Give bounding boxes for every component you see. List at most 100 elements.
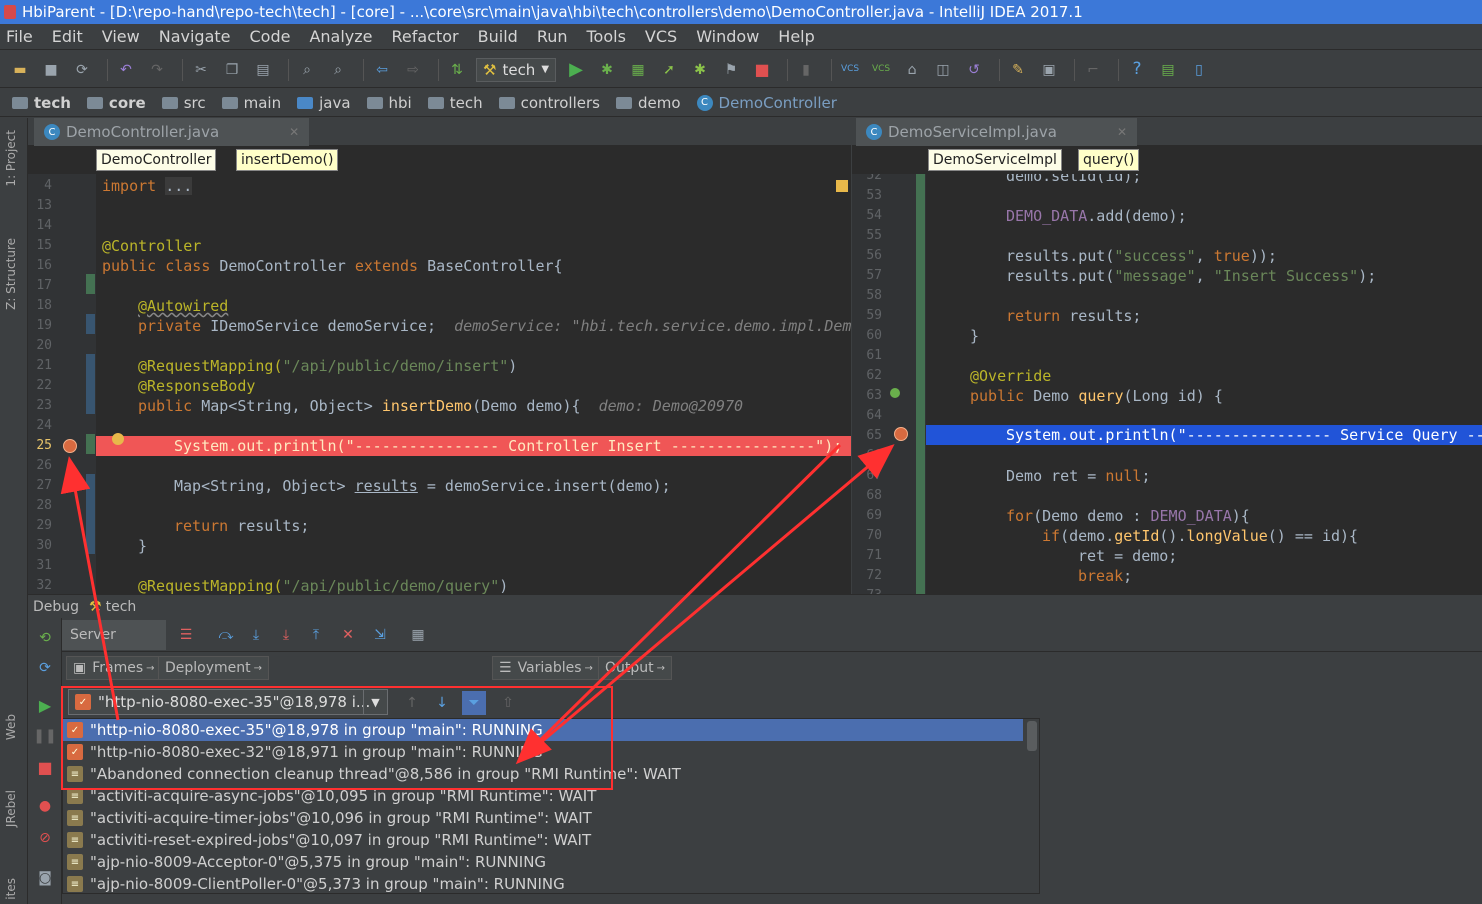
breadcrumb-tech[interactable]: tech	[12, 94, 71, 112]
tab-deployment[interactable]: Deployment →	[158, 656, 270, 680]
project-tool-tab[interactable]: 1: Project	[4, 130, 18, 187]
project-structure-icon[interactable]: ▮	[794, 58, 818, 82]
close-icon[interactable]: ✕	[289, 125, 299, 139]
tab-democontroller[interactable]: C DemoController.java ✕	[34, 118, 310, 146]
jrebel-run-icon[interactable]: ➚	[657, 58, 681, 82]
jrebel-tool-tab[interactable]: JRebel	[4, 790, 18, 827]
breadcrumb-democontroller[interactable]: C DemoController	[696, 94, 837, 112]
step-into-icon[interactable]: ⤓	[244, 623, 268, 647]
sync-icon[interactable]: ⟳	[70, 58, 94, 82]
breadcrumb-hbi[interactable]: hbi	[366, 94, 412, 112]
tab-variables[interactable]: ☰ Variables →	[492, 656, 600, 680]
paste-icon[interactable]: ▤	[251, 58, 275, 82]
run-icon[interactable]: ▶	[564, 58, 588, 82]
vcs-history-icon[interactable]: ◫	[931, 58, 955, 82]
force-step-into-icon[interactable]: ⤓	[274, 623, 298, 647]
rerun-icon[interactable]: ⟲	[33, 626, 57, 650]
vcs-revert-icon[interactable]: ↺	[962, 58, 986, 82]
intention-bulb-icon[interactable]	[112, 433, 124, 445]
crumb-method[interactable]: query()	[1078, 149, 1140, 171]
jrebel-debug-icon[interactable]: ✱	[688, 58, 712, 82]
menu-build[interactable]: Build	[478, 27, 518, 46]
redo-icon[interactable]: ↷	[145, 58, 169, 82]
debug-config-name[interactable]: tech	[106, 599, 137, 615]
vcs-update-icon[interactable]: VCS	[838, 58, 862, 82]
breadcrumb-src[interactable]: src	[161, 94, 206, 112]
breadcrumb-java[interactable]: java	[297, 94, 351, 112]
step-over-icon[interactable]: ⤼	[214, 623, 238, 647]
structure-icon[interactable]: ▣	[1037, 58, 1061, 82]
breadcrumb-demo[interactable]: demo	[615, 94, 681, 112]
menu-view[interactable]: View	[102, 27, 140, 46]
menu-vcs[interactable]: VCS	[645, 27, 677, 46]
sdk-icon[interactable]: ⌐	[1081, 58, 1105, 82]
right-code-editor[interactable]: 52 53 54 55 56 57 58 59 60 61 62 63 64 6…	[852, 174, 1482, 594]
help-icon[interactable]: ?	[1125, 58, 1149, 82]
menu-refactor[interactable]: Refactor	[392, 27, 459, 46]
breadcrumb-controllers[interactable]: controllers	[498, 94, 600, 112]
run-configuration-dropdown[interactable]: ⚒ tech ▼	[476, 57, 557, 82]
coverage-icon[interactable]: ▦	[626, 58, 650, 82]
scrollbar-thumb[interactable]	[1027, 721, 1037, 751]
vcs-compare-icon[interactable]: ⌂	[900, 58, 924, 82]
menu-window[interactable]: Window	[696, 27, 759, 46]
tab-demoserviceimpl[interactable]: C DemoServiceImpl.java ✕	[856, 118, 1137, 146]
jrebel-icon[interactable]: ▯	[1187, 58, 1211, 82]
breakpoint-icon[interactable]	[894, 427, 908, 441]
refresh-icon[interactable]: ⟳	[33, 656, 57, 680]
view-breakpoints-icon[interactable]: ●	[33, 794, 57, 818]
favorites-tool-tab[interactable]: ites	[4, 878, 18, 900]
build-icon[interactable]: ⇅	[445, 58, 469, 82]
copy-icon[interactable]: ❐	[220, 58, 244, 82]
breadcrumb-core[interactable]: core	[86, 94, 146, 112]
update-icon[interactable]: ▤	[1156, 58, 1180, 82]
tab-output[interactable]: Output →	[598, 656, 673, 680]
save-icon[interactable]: ■	[39, 58, 63, 82]
pause-icon[interactable]: ❚❚	[33, 724, 57, 748]
breadcrumb-tech-package[interactable]: tech	[427, 94, 483, 112]
replace-icon[interactable]: ⌕	[326, 58, 350, 82]
menu-tools[interactable]: Tools	[587, 27, 626, 46]
menu-file[interactable]: File	[6, 27, 33, 46]
debug-icon[interactable]: ✱	[595, 58, 619, 82]
profile-icon[interactable]: ⚑	[719, 58, 743, 82]
step-out-icon[interactable]: ⤒	[304, 623, 328, 647]
menu-navigate[interactable]: Navigate	[159, 27, 231, 46]
find-icon[interactable]: ⌕	[295, 58, 319, 82]
crumb-class[interactable]: DemoServiceImpl	[928, 149, 1062, 171]
thread-row[interactable]: ≡ "ajp-nio-8009-ClientPoller-0"@5,373 in …	[63, 873, 1023, 893]
breakpoint-icon[interactable]	[63, 439, 77, 453]
thread-row[interactable]: ≡ "ajp-nio-8009-Acceptor-0"@5,375 in grou…	[63, 851, 1023, 873]
tab-server[interactable]: Server	[62, 620, 166, 650]
undo-icon[interactable]: ↶	[114, 58, 138, 82]
menu-analyze[interactable]: Analyze	[309, 27, 372, 46]
camera-icon[interactable]: ◙	[33, 866, 57, 890]
stop-icon[interactable]: ■	[750, 58, 774, 82]
stop-icon[interactable]: ■	[33, 756, 57, 780]
resume-icon[interactable]: ▶	[33, 694, 57, 718]
evaluate-expression-icon[interactable]: ▦	[406, 623, 430, 647]
show-execution-point-icon[interactable]: ☰	[174, 623, 198, 647]
menu-code[interactable]: Code	[250, 27, 291, 46]
cut-icon[interactable]: ✂	[189, 58, 213, 82]
settings-icon[interactable]: ✎	[1006, 58, 1030, 82]
menu-run[interactable]: Run	[537, 27, 568, 46]
open-folder-icon[interactable]: ▬	[8, 58, 32, 82]
menu-edit[interactable]: Edit	[52, 27, 83, 46]
run-to-cursor-icon[interactable]: ⇲	[368, 623, 392, 647]
left-code-editor[interactable]: 4 13 14 15 16 17 18 19 20 21 22 23 24 25…	[28, 174, 851, 594]
vcs-commit-icon[interactable]: VCS	[869, 58, 893, 82]
crumb-method[interactable]: insertDemo()	[236, 149, 339, 171]
close-icon[interactable]: ✕	[1117, 125, 1127, 139]
mute-breakpoints-icon[interactable]: ⊘	[33, 826, 57, 850]
forward-icon[interactable]: ⇨	[401, 58, 425, 82]
web-tool-tab[interactable]: Web	[4, 714, 18, 740]
structure-tool-tab[interactable]: Z: Structure	[4, 238, 18, 310]
crumb-class[interactable]: DemoController	[96, 149, 217, 171]
drop-frame-icon[interactable]: ✕	[336, 623, 360, 647]
back-icon[interactable]: ⇦	[370, 58, 394, 82]
thread-row[interactable]: ≡ "activiti-reset-expired-jobs"@10,097 in…	[63, 829, 1023, 851]
breadcrumb-main[interactable]: main	[221, 94, 281, 112]
thread-row[interactable]: ≡ "activiti-acquire-timer-jobs"@10,096 in…	[63, 807, 1023, 829]
tab-frames[interactable]: ▣ Frames →	[66, 656, 162, 680]
